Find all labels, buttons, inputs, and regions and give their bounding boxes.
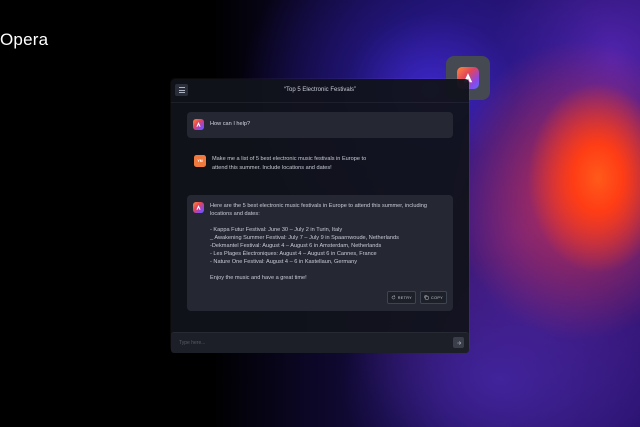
copy-icon: [424, 295, 429, 300]
retry-icon: [391, 295, 396, 300]
opera-wordmark: Opera: [0, 30, 49, 49]
reply-actions: RETRY COPY: [386, 291, 447, 304]
chat-title: “Top 5 Electronic Festivals”: [283, 87, 357, 93]
copy-button[interactable]: COPY: [420, 291, 447, 304]
chat-header: “Top 5 Electronic Festivals”: [171, 79, 469, 103]
retry-button[interactable]: RETRY: [386, 291, 417, 304]
list-item: - Nature One Festival: August 4 – 6 in K…: [210, 259, 358, 265]
list-item: _ Awakening Summer Festival: July 7 – Ju…: [210, 235, 399, 241]
list-item: - Les Plages Électroniques: August 4 – A…: [210, 251, 377, 257]
reply-body: Here are the 5 best electronic music fes…: [210, 202, 442, 282]
retry-label: RETRY: [397, 295, 413, 300]
input-placeholder: Type here...: [179, 340, 206, 346]
reply-intro: Here are the 5 best electronic music fes…: [210, 203, 428, 217]
assistant-greeting: How can I help?: [187, 112, 453, 138]
list-item: -Dekmantel Festival: August 4 – August 6…: [210, 243, 382, 249]
copy-label: COPY: [431, 295, 443, 300]
aria-logo-icon: [193, 202, 204, 213]
chat-window: “Top 5 Electronic Festivals” How can I h…: [171, 79, 469, 353]
reply-outro: Enjoy the music and have a great time!: [210, 275, 307, 281]
avatar: YM: [194, 155, 206, 167]
greeting-text: How can I help?: [210, 121, 251, 127]
assistant-reply: Here are the 5 best electronic music fes…: [187, 195, 453, 311]
user-message-text: Make me a list of 5 best electronic musi…: [212, 156, 367, 171]
list-item: - Kappa Futur Festival: June 30 – July 2…: [210, 227, 343, 233]
send-button[interactable]: [453, 337, 464, 348]
message-input[interactable]: Type here...: [171, 332, 469, 353]
aria-logo-icon: [193, 119, 204, 130]
send-icon: [456, 340, 461, 345]
